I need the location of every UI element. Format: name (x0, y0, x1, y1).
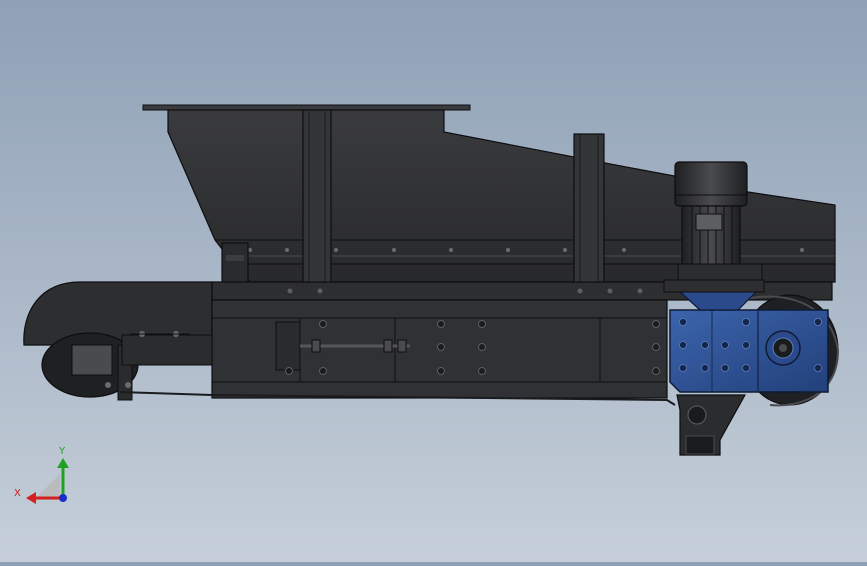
hopper-top-flange (142, 104, 471, 111)
stiffener-post-2 (573, 133, 605, 297)
model-view[interactable]: Y X (0, 0, 867, 562)
motor-fan-cover (674, 161, 748, 207)
takeup-block (275, 321, 301, 371)
graphics-viewport[interactable]: Y X (0, 0, 867, 562)
stiffener-post-1 (302, 109, 332, 297)
motor-adapter (676, 289, 760, 311)
y-axis-label: Y (58, 446, 66, 457)
x-axis-arrow-icon (26, 492, 36, 504)
triad-plane (34, 474, 60, 500)
gearbox (669, 309, 829, 393)
x-axis-label: X (14, 488, 21, 499)
coordinate-triad: Y X (14, 446, 69, 504)
z-axis-dot (59, 494, 67, 502)
y-axis-arrow-icon (57, 458, 69, 468)
